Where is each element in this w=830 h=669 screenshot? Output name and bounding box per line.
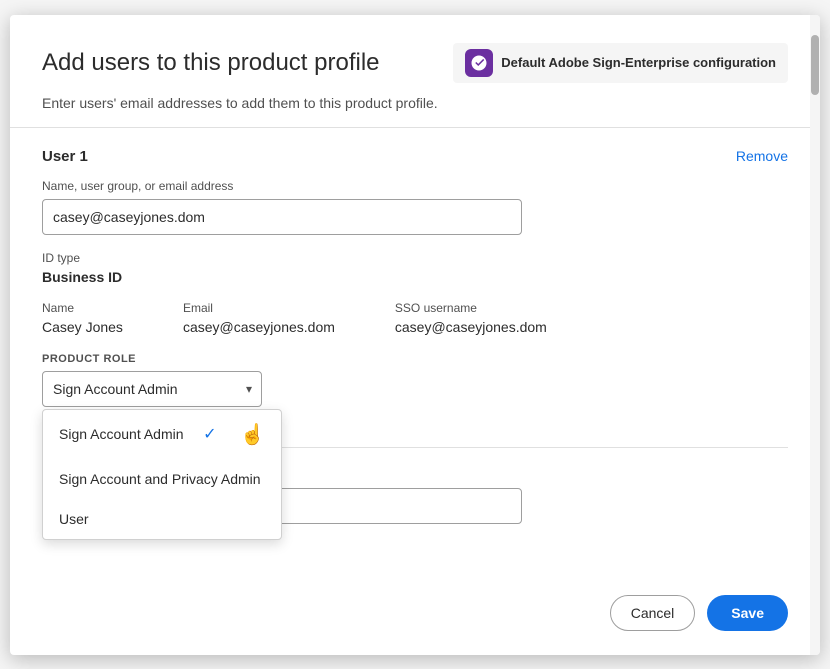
sso-col-label: SSO username	[395, 301, 547, 315]
product-badge: Default Adobe Sign-Enterprise configurat…	[453, 43, 788, 83]
id-type-label: ID type	[42, 251, 788, 265]
dropdown-item-label: User	[59, 511, 89, 527]
id-type-value: Business ID	[42, 269, 788, 285]
remove-button[interactable]: Remove	[736, 148, 788, 164]
modal-footer: Cancel Save	[42, 571, 788, 631]
scrollbar-thumb[interactable]	[811, 35, 819, 95]
dropdown-item-privacy-admin[interactable]: Sign Account and Privacy Admin	[43, 459, 281, 499]
user1-header: User 1 Remove	[42, 148, 788, 165]
email-input[interactable]	[42, 199, 522, 235]
dropdown-item-sign-account-admin[interactable]: Sign Account Admin ✓ ☝️	[43, 410, 281, 459]
id-type-section: ID type Business ID	[42, 251, 788, 285]
header-divider	[10, 127, 820, 128]
email-col-value: casey@caseyjones.dom	[183, 319, 335, 335]
user-info-row: Name Casey Jones Email casey@caseyjones.…	[42, 301, 788, 337]
product-role-dropdown-wrapper: Sign Account Admin Sign Account and Priv…	[42, 371, 262, 407]
sso-col-value: casey@caseyjones.dom	[395, 319, 547, 335]
sso-col: SSO username casey@caseyjones.dom	[395, 301, 547, 337]
product-role-label: PRODUCT ROLE	[42, 353, 788, 365]
product-badge-name: Default Adobe Sign-Enterprise configurat…	[501, 55, 776, 70]
email-col-label: Email	[183, 301, 335, 315]
name-field-label: Name, user group, or email address	[42, 179, 788, 193]
check-icon: ✓	[203, 424, 216, 444]
scrollbar[interactable]	[810, 15, 820, 655]
adobe-sign-icon	[465, 49, 493, 77]
cursor-hand-icon: ☝️	[240, 422, 265, 447]
dropdown-menu: Sign Account Admin ✓ ☝️ Sign Account and…	[42, 409, 282, 540]
add-users-modal: Add users to this product profile Defaul…	[10, 15, 820, 655]
user1-label: User 1	[42, 148, 88, 165]
modal-header: Add users to this product profile Defaul…	[42, 43, 788, 83]
name-col: Name Casey Jones	[42, 301, 123, 337]
dropdown-item-user[interactable]: User	[43, 499, 281, 539]
dropdown-item-label: Sign Account Admin	[59, 426, 184, 442]
cancel-button[interactable]: Cancel	[610, 595, 696, 631]
save-button[interactable]: Save	[707, 595, 788, 631]
email-col: Email casey@caseyjones.dom	[183, 301, 335, 337]
product-role-select[interactable]: Sign Account Admin Sign Account and Priv…	[42, 371, 262, 407]
modal-title: Add users to this product profile	[42, 49, 437, 77]
modal-subtitle: Enter users' email addresses to add them…	[42, 95, 788, 111]
dropdown-item-label: Sign Account and Privacy Admin	[59, 471, 261, 487]
user1-section: User 1 Remove Name, user group, or email…	[42, 148, 788, 407]
name-col-value: Casey Jones	[42, 319, 123, 335]
name-col-label: Name	[42, 301, 123, 315]
